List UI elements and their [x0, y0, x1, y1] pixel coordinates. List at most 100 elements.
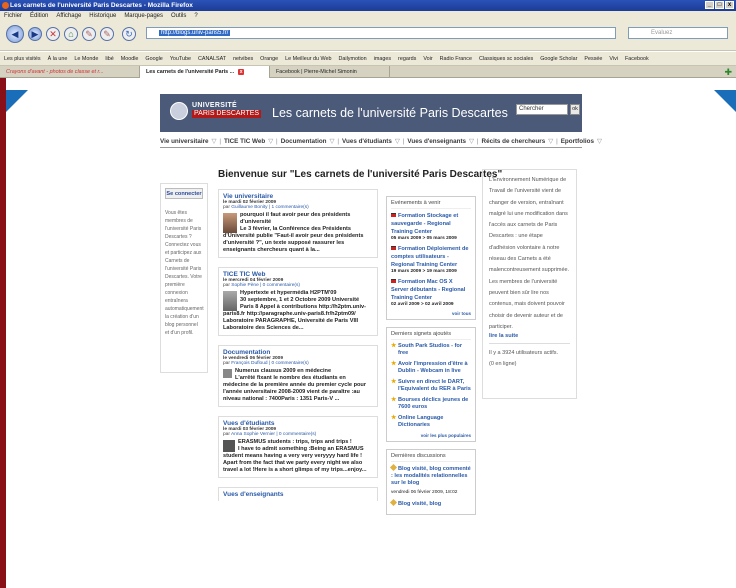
signet-link[interactable]: ★ South Park Studios - for free: [391, 343, 471, 357]
search-box[interactable]: Evaluez: [628, 27, 728, 39]
home-icon[interactable]: ⌂: [64, 27, 78, 41]
post-title[interactable]: pourquoi il faut avoir peur des présiden…: [223, 212, 373, 226]
tab-strip: Crayons d'avant - photos de classe et r.…: [0, 66, 736, 78]
signet-link[interactable]: ★ Online Language Dictionaries: [391, 415, 471, 429]
author-avatar[interactable]: [223, 291, 237, 311]
tab-scroll-icon[interactable]: ✚: [724, 67, 732, 78]
post-title[interactable]: Hypertexte et hypermédia H2PTM'09: [223, 290, 373, 297]
bookmark-item[interactable]: Orange: [260, 56, 278, 62]
tab-facebook[interactable]: Facebook | Pierre-Michel Simonin: [270, 66, 390, 78]
event-link[interactable]: Formation Déploiement de comptes utilisa…: [391, 246, 469, 268]
author-avatar[interactable]: [223, 440, 235, 452]
post-author: par François Dufloud | 0 commentaire(s): [223, 361, 309, 366]
bookmark-item[interactable]: Le Monde: [74, 56, 98, 62]
connect-button[interactable]: Se connecter: [165, 188, 203, 199]
bookmark-item[interactable]: Moodle: [121, 56, 139, 62]
nav-separator: |: [476, 138, 479, 145]
chevron-down-icon[interactable]: ▽: [268, 136, 273, 147]
nav-item[interactable]: Vues d'enseignants: [407, 136, 466, 147]
bookmark-item[interactable]: netvibes: [233, 56, 253, 62]
bookmark-item[interactable]: Les plus visités: [4, 56, 41, 62]
post-category-link[interactable]: Vie universitaire: [223, 193, 373, 200]
divider: [489, 343, 570, 345]
chevron-down-icon[interactable]: ▽: [597, 136, 602, 147]
nav-item[interactable]: Documentation: [281, 136, 327, 147]
tab-crayons[interactable]: Crayons d'avant - photos de classe et r.…: [0, 66, 140, 78]
author-avatar[interactable]: [223, 213, 237, 233]
post-category-link[interactable]: Documentation: [223, 349, 373, 356]
forward-icon[interactable]: ▶: [28, 27, 42, 41]
post-item: Vie universitaire le mardi 02 février 20…: [218, 189, 378, 258]
search-ok-button[interactable]: ok: [570, 104, 580, 115]
bookmark-item[interactable]: Google: [145, 56, 162, 62]
tab-carnets[interactable]: Les carnets de l'université Paris ... x: [140, 66, 270, 78]
bookmark-item[interactable]: images: [374, 56, 391, 62]
chevron-down-icon[interactable]: ▽: [548, 136, 553, 147]
minimize-button[interactable]: _: [705, 1, 714, 9]
read-more-link[interactable]: lire la suite: [489, 333, 570, 339]
close-tab-icon[interactable]: x: [238, 69, 245, 75]
bookmark-item[interactable]: YouTube: [170, 56, 191, 62]
login-info-text: Vous êtes membres de l'université Paris …: [165, 210, 204, 336]
post-category-link[interactable]: Vues d'étudiants: [223, 420, 373, 427]
bookmark-item[interactable]: Facebook: [625, 56, 649, 62]
bookmark-item[interactable]: Voir: [423, 56, 432, 62]
menu-affichage[interactable]: Affichage: [56, 11, 81, 21]
tools-icon[interactable]: ✎: [100, 27, 114, 41]
bookmark-item[interactable]: Radio France: [440, 56, 472, 62]
post-category-link[interactable]: Vues d'enseignants: [223, 491, 373, 498]
stop-icon[interactable]: ✕: [46, 27, 60, 41]
signet-link[interactable]: ★ Bourses déclics jeunes de 7600 euros: [391, 397, 471, 411]
menu-marque-pages[interactable]: Marque-pages: [124, 11, 163, 21]
event-link[interactable]: Formation Mac OS X Server débutants - Re…: [391, 279, 465, 301]
event-link[interactable]: Formation Stockage et sauvegarde - Regio…: [391, 213, 458, 235]
site-search-input[interactable]: Chercher: [516, 104, 568, 115]
nav-item[interactable]: Vie universitaire: [160, 136, 209, 147]
chevron-down-icon[interactable]: ▽: [469, 136, 474, 147]
author-avatar[interactable]: [223, 369, 232, 378]
close-button[interactable]: x: [725, 1, 734, 9]
bookmark-item[interactable]: Le Meilleur du Web: [285, 56, 331, 62]
bookmark-item[interactable]: CANALSAT: [198, 56, 226, 62]
bookmark-item[interactable]: libé: [105, 56, 113, 62]
page-title: Bienvenue sur "Les carnets de l'universi…: [218, 169, 503, 180]
nav-item[interactable]: Vues d'étudiants: [342, 136, 392, 147]
post-item: Vues d'étudiants le mardi 03 février 200…: [218, 416, 378, 478]
url-bar[interactable]: http://blogs.univ-paris5.fr/: [146, 27, 616, 39]
post-category-link[interactable]: TICE TIC Web: [223, 271, 373, 278]
nav-separator: |: [556, 138, 558, 145]
online-users-text: (0 en ligne): [489, 361, 517, 368]
pencil-icon: [389, 498, 398, 507]
bookmark-item[interactable]: À la une: [48, 56, 68, 62]
bookmark-item[interactable]: Google Scholar: [540, 56, 577, 62]
discussion-link[interactable]: Blog visité, blog: [389, 498, 471, 508]
chevron-down-icon[interactable]: ▽: [330, 136, 335, 147]
signets-more-link[interactable]: voir les plus populaires: [391, 433, 471, 438]
reload-icon[interactable]: ↻: [122, 27, 136, 41]
signet-link[interactable]: ★ Suivre en direct le DART, l'Equivalent …: [391, 379, 471, 393]
bookmark-item[interactable]: Classiques sc sociales: [479, 56, 533, 62]
nav-item[interactable]: Récits de chercheurs: [482, 136, 546, 147]
menu-historique[interactable]: Historique: [89, 11, 116, 21]
bookmark-item[interactable]: Dailymotion: [338, 56, 366, 62]
nav-item[interactable]: Eportfolios: [561, 136, 594, 147]
university-logo[interactable]: UNIVERSITÉ PARIS DESCARTES: [170, 102, 262, 120]
bookmark-item[interactable]: Pessée: [584, 56, 602, 62]
post-title[interactable]: Numerus clausus 2009 en médecine: [223, 368, 373, 375]
chevron-down-icon[interactable]: ▽: [395, 136, 400, 147]
chevron-down-icon[interactable]: ▽: [212, 136, 217, 147]
menu-fichier[interactable]: Fichier: [4, 11, 22, 21]
post-title[interactable]: ERASMUS students : trips, trips and trip…: [223, 439, 373, 446]
bookmark-item[interactable]: regards: [398, 56, 416, 62]
discussion-link[interactable]: Blog visité, blog commenté : les modalit…: [389, 463, 471, 487]
events-more-link[interactable]: voir tous: [391, 311, 471, 316]
menu-outils[interactable]: Outils: [171, 11, 186, 21]
bookmark-icon[interactable]: ✎: [82, 27, 96, 41]
signet-link[interactable]: ★ Avoir l'impression d'être à Dublin - We…: [391, 361, 471, 375]
menu-help[interactable]: ?: [194, 11, 197, 21]
menu-edition[interactable]: Édition: [30, 11, 48, 21]
back-icon[interactable]: ◀: [6, 25, 24, 43]
maximize-button[interactable]: □: [715, 1, 724, 9]
bookmark-item[interactable]: Vivi: [609, 56, 618, 62]
nav-item[interactable]: TICE TIC Web: [224, 136, 265, 147]
